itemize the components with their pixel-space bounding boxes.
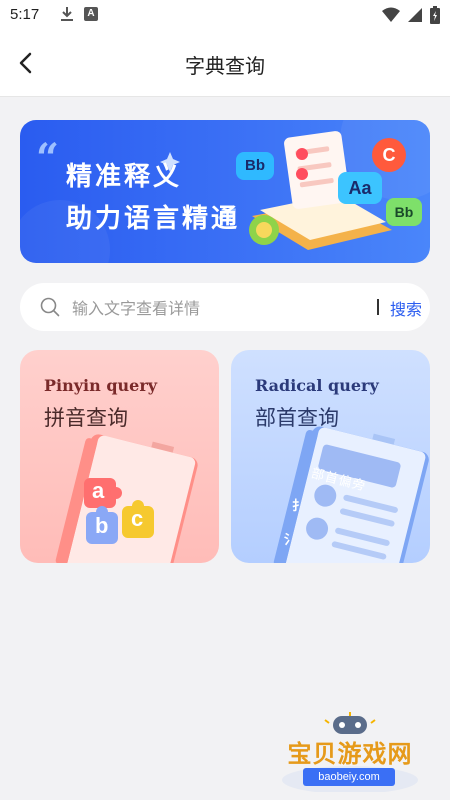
status-time: 5:17 [10,6,40,23]
banner-line-2: 助力语言精通 [66,204,241,234]
signal-icon [408,8,422,22]
svg-text:“: “ [36,135,59,182]
badge-bb-right: Bb [386,198,422,226]
page-title: 字典查询 [185,54,265,78]
pinyin-card-title: 拼音查询 [44,406,128,430]
search-bar: 搜索 [20,283,430,331]
app-notification-icon: A [84,7,98,21]
status-bar: 5:17 A [0,0,450,30]
search-icon [40,297,60,317]
letter-a: a [92,478,105,503]
radical-2: 氵 [284,533,298,548]
promo-banner: “ ” 精准释义 助力语言精通 Bb Aa C Bb [20,120,430,263]
search-divider [377,299,379,315]
pinyin-query-card[interactable]: a c b Pinyin query 拼音查询 [20,350,219,563]
watermark-url: baobeiy.com [303,768,395,786]
radical-query-card[interactable]: 部首偏旁 扌 氵 Radical query 部首查询 [231,350,430,563]
battery-icon [430,6,440,24]
search-button[interactable]: 搜索 [390,296,422,320]
badge-bb-top: Bb [236,152,274,180]
watermark-text: 宝贝游戏网 [287,740,413,768]
radical-card-title: 部首查询 [255,406,339,430]
search-input[interactable] [70,292,354,324]
download-icon [61,7,73,21]
pinyin-card-title-en: Pinyin query [44,376,158,395]
watermark: 宝贝游戏网 baobeiy.com [275,712,425,792]
wifi-icon [382,7,400,22]
banner-line-1: 精准释义 [66,162,183,192]
letter-c: c [131,506,144,531]
app-header: 字典查询 [0,30,450,97]
letter-b: b [95,513,109,538]
badge-aa: Aa [338,172,382,204]
radical-1: 扌 [292,499,306,514]
radical-card-title-en: Radical query [255,376,379,395]
badge-c: C [372,138,406,172]
